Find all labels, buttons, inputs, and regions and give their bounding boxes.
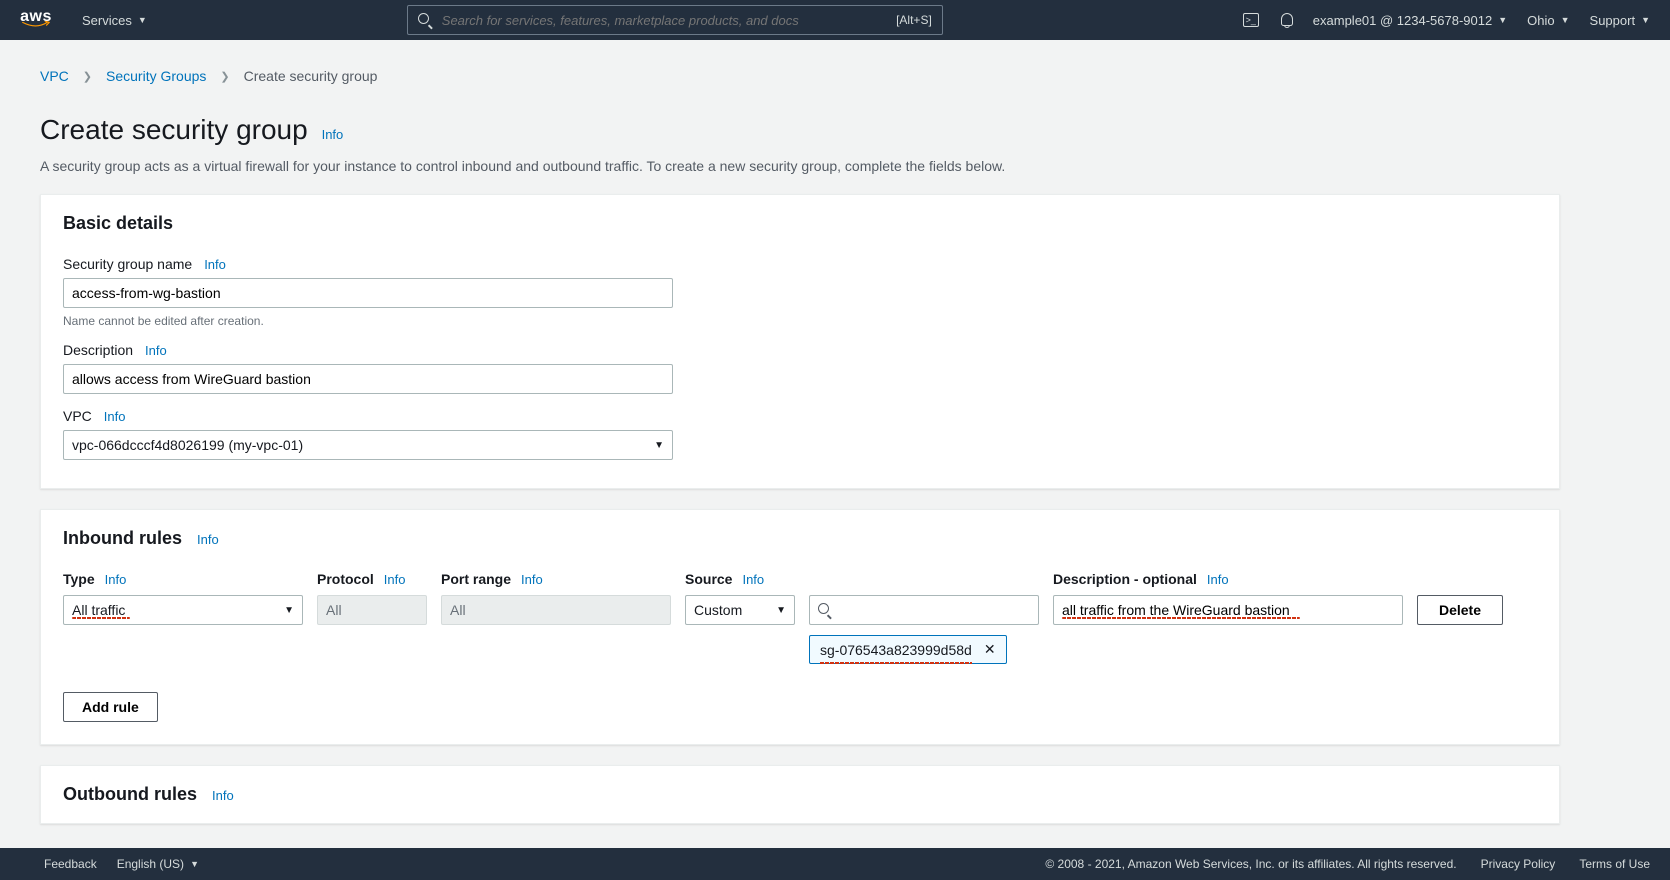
account-menu[interactable]: example01 @ 1234-5678-9012 ▼: [1313, 13, 1507, 28]
sg-name-input[interactable]: [63, 278, 673, 308]
copyright: © 2008 - 2021, Amazon Web Services, Inc.…: [1045, 857, 1456, 871]
rule-source-search-input[interactable]: [839, 602, 1030, 618]
chevron-down-icon: ▼: [654, 440, 664, 451]
chevron-down-icon: ▼: [1561, 15, 1570, 25]
inbound-rule-row: All traffic ▼ All All: [63, 595, 1537, 664]
vpc-info[interactable]: Info: [104, 409, 126, 424]
sg-name-hint: Name cannot be edited after creation.: [63, 314, 1537, 328]
region-menu[interactable]: Ohio ▼: [1527, 13, 1569, 28]
col-port: Port range: [441, 571, 511, 587]
notifications-button[interactable]: [1279, 13, 1293, 27]
outbound-info[interactable]: Info: [212, 788, 234, 803]
page-subtitle: A security group acts as a virtual firew…: [40, 158, 1560, 174]
panel-outbound-rules: Outbound rules Info: [40, 765, 1560, 824]
chevron-down-icon: ▼: [776, 605, 786, 616]
desc-info[interactable]: Info: [145, 343, 167, 358]
rule-desc-input-wrap[interactable]: [1053, 595, 1403, 625]
rule-source-pill-text: sg-076543a823999d58d: [820, 642, 972, 658]
language-label: English (US): [117, 857, 184, 871]
breadcrumb-vpc[interactable]: VPC: [40, 68, 69, 84]
rule-protocol: All: [317, 595, 427, 625]
sg-name-label: Security group name: [63, 256, 192, 272]
services-menu[interactable]: Services ▼: [82, 13, 147, 28]
inbound-info[interactable]: Info: [197, 532, 219, 547]
col-desc: Description - optional: [1053, 571, 1197, 587]
col-port-info[interactable]: Info: [521, 572, 543, 587]
col-desc-info[interactable]: Info: [1207, 572, 1229, 587]
breadcrumb: VPC ❯ Security Groups ❯ Create security …: [40, 68, 1560, 84]
search-icon: [818, 603, 831, 617]
rule-port-range: All: [441, 595, 671, 625]
add-rule-button[interactable]: Add rule: [63, 692, 158, 722]
support-menu[interactable]: Support ▼: [1590, 13, 1650, 28]
bell-icon: [1279, 13, 1293, 27]
chevron-down-icon: ▼: [138, 15, 147, 25]
col-protocol: Protocol: [317, 571, 374, 587]
aws-logo[interactable]: aws: [20, 12, 52, 29]
chevron-down-icon: ▼: [190, 859, 199, 869]
breadcrumb-current: Create security group: [244, 68, 378, 84]
panel-basic-details: Basic details Security group name Info N…: [40, 194, 1560, 489]
field-description: Description Info: [63, 342, 1537, 394]
breadcrumb-security-groups[interactable]: Security Groups: [106, 68, 206, 84]
delete-rule-button[interactable]: Delete: [1417, 595, 1503, 625]
support-label: Support: [1590, 13, 1636, 28]
account-label: example01 @ 1234-5678-9012: [1313, 13, 1492, 28]
vpc-value: vpc-066dcccf4d8026199 (my-vpc-01): [72, 437, 303, 453]
rule-type-select[interactable]: All traffic ▼: [63, 595, 303, 625]
rule-source-search[interactable]: [809, 595, 1039, 625]
rule-desc-input[interactable]: [1062, 602, 1394, 618]
panel-header-inbound: Inbound rules Info: [41, 510, 1559, 567]
panel-inbound-rules: Inbound rules Info Type Info Protocol Info…: [40, 509, 1560, 745]
main-scroll[interactable]: VPC ❯ Security Groups ❯ Create security …: [0, 40, 1670, 848]
col-source: Source: [685, 571, 732, 587]
search-shortcut: [Alt+S]: [896, 13, 932, 27]
chevron-down-icon: ▼: [284, 605, 294, 616]
chevron-down-icon: ▼: [1498, 15, 1507, 25]
inbound-columns: Type Info Protocol Info Port range Info Sou…: [63, 571, 1537, 595]
page-info-link[interactable]: Info: [322, 127, 344, 142]
field-vpc: VPC Info vpc-066dcccf4d8026199 (my-vpc-0…: [63, 408, 1537, 466]
panel-header-outbound: Outbound rules Info: [41, 766, 1559, 823]
rule-source-select[interactable]: Custom ▼: [685, 595, 795, 625]
field-sg-name: Security group name Info Name cannot be …: [63, 256, 1537, 328]
vpc-select[interactable]: vpc-066dcccf4d8026199 (my-vpc-01) ▼: [63, 430, 673, 460]
rule-source-mode: Custom: [694, 602, 742, 618]
privacy-link[interactable]: Privacy Policy: [1481, 857, 1556, 871]
col-protocol-info[interactable]: Info: [384, 572, 406, 587]
page-title: Create security group: [40, 114, 308, 146]
rule-source-pill: sg-076543a823999d58d ✕: [809, 635, 1007, 664]
terms-link[interactable]: Terms of Use: [1579, 857, 1650, 871]
services-label: Services: [82, 13, 132, 28]
cloudshell-button[interactable]: >_: [1243, 13, 1259, 27]
desc-label: Description: [63, 342, 133, 358]
search-input[interactable]: [442, 13, 886, 28]
cloudshell-icon: >_: [1243, 13, 1259, 27]
sg-name-info[interactable]: Info: [204, 257, 226, 272]
col-type: Type: [63, 571, 95, 587]
desc-input[interactable]: [63, 364, 673, 394]
content: VPC ❯ Security Groups ❯ Create security …: [0, 40, 1600, 848]
global-search[interactable]: [Alt+S]: [407, 5, 943, 35]
footer: Feedback English (US) ▼ © 2008 - 2021, A…: [0, 848, 1670, 880]
outbound-header-text: Outbound rules: [63, 784, 197, 804]
inbound-header-text: Inbound rules: [63, 528, 182, 548]
rule-type-value: All traffic: [72, 602, 125, 618]
panel-header-basic: Basic details: [41, 195, 1559, 252]
language-menu[interactable]: English (US) ▼: [117, 857, 199, 871]
col-type-info[interactable]: Info: [105, 572, 127, 587]
feedback-link[interactable]: Feedback: [44, 857, 97, 871]
vpc-label: VPC: [63, 408, 92, 424]
top-nav: aws Services ▼ [Alt+S] >_ example01 @ 12…: [0, 0, 1670, 40]
col-source-info[interactable]: Info: [742, 572, 764, 587]
region-label: Ohio: [1527, 13, 1554, 28]
search-icon: [418, 13, 432, 27]
chevron-right-icon: ❯: [83, 70, 92, 83]
chevron-right-icon: ❯: [220, 70, 229, 83]
remove-pill-icon[interactable]: ✕: [984, 641, 996, 658]
chevron-down-icon: ▼: [1641, 15, 1650, 25]
